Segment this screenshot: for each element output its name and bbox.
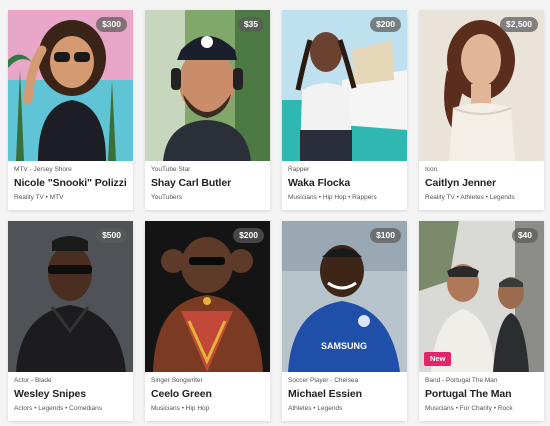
celebrity-tags: Musicians • Hip Hop [151, 405, 210, 412]
celebrity-tags: Athletes • Legends [288, 405, 343, 412]
celebrity-photo[interactable]: $500 [8, 221, 133, 372]
celebrity-card[interactable]: $2,500 Icon Caitlyn Jenner Reality TV • … [419, 10, 544, 210]
celebrity-name[interactable]: Caitlyn Jenner [425, 177, 540, 189]
celebrity-photo[interactable]: SAMSUNG $100 [282, 221, 407, 372]
svg-text:SAMSUNG: SAMSUNG [321, 341, 367, 351]
celebrity-category: Actor - Blade [14, 377, 52, 384]
celebrity-name[interactable]: Shay Carl Butler [151, 177, 266, 189]
price-badge: $200 [370, 17, 401, 32]
celebrity-card[interactable]: $300 MTV - Jersey Shore Nicole "Snooki" … [8, 10, 133, 210]
celebrity-tags: Reality TV • MTV [14, 194, 64, 201]
celebrity-category: Icon [425, 166, 438, 173]
celebrity-tags: YouTubers [151, 194, 182, 201]
celebrity-tags: Actors • Legends • Comedians [14, 405, 103, 412]
new-badge: New [424, 352, 452, 366]
celebrity-photo[interactable]: $300 [8, 10, 133, 161]
celebrity-tags: Musicians • Hip Hop • Rappers [288, 194, 377, 201]
celebrity-card[interactable]: $200 Rapper Waka Flocka Musicians • Hip … [282, 10, 407, 210]
celebrity-name[interactable]: Ceelo Green [151, 388, 266, 400]
celebrity-category: Rapper [288, 166, 310, 173]
price-badge: $100 [370, 228, 401, 243]
celebrity-name[interactable]: Waka Flocka [288, 177, 403, 189]
price-badge: $300 [96, 17, 127, 32]
celebrity-category: MTV - Jersey Shore [14, 166, 72, 173]
celebrity-photo[interactable]: $2,500 [419, 10, 544, 161]
celebrity-card[interactable]: $35 YouTube Star Shay Carl Butler YouTub… [145, 10, 270, 210]
celebrity-name[interactable]: Michael Essien [288, 388, 403, 400]
celebrity-card[interactable]: $200 Singer Songwriter Ceelo Green Music… [145, 221, 270, 421]
celebrity-photo[interactable]: $200 [282, 10, 407, 161]
celebrity-photo[interactable]: $35 [145, 10, 270, 161]
celebrity-card[interactable]: SAMSUNG $100 Soccer Player - Chelsea Mic… [282, 221, 407, 421]
price-badge: $35 [237, 17, 264, 32]
celebrity-tags: Reality TV • Athletes • Legends [425, 194, 515, 201]
celebrity-name[interactable]: Nicole "Snooki" Polizzi [14, 177, 129, 189]
celebrity-name[interactable]: Portugal The Man [425, 388, 540, 400]
celebrity-category: YouTube Star [151, 166, 191, 173]
celebrity-card[interactable]: $500 Actor - Blade Wesley Snipes Actors … [8, 221, 133, 421]
celebrity-grid: $300 MTV - Jersey Shore Nicole "Snooki" … [0, 0, 550, 426]
celebrity-name[interactable]: Wesley Snipes [14, 388, 129, 400]
celebrity-card[interactable]: $40 New Band - Portugal The Man Portugal… [419, 221, 544, 421]
price-badge: $200 [233, 228, 264, 243]
celebrity-category: Singer Songwriter [151, 377, 203, 384]
price-badge: $2,500 [500, 17, 538, 32]
celebrity-category: Band - Portugal The Man [425, 377, 498, 384]
celebrity-photo[interactable]: $200 [145, 221, 270, 372]
celebrity-tags: Musicians • For Charity • Rock [425, 405, 513, 412]
price-badge: $40 [511, 228, 538, 243]
price-badge: $500 [96, 228, 127, 243]
celebrity-photo[interactable]: $40 New [419, 221, 544, 372]
celebrity-category: Soccer Player - Chelsea [288, 377, 359, 384]
